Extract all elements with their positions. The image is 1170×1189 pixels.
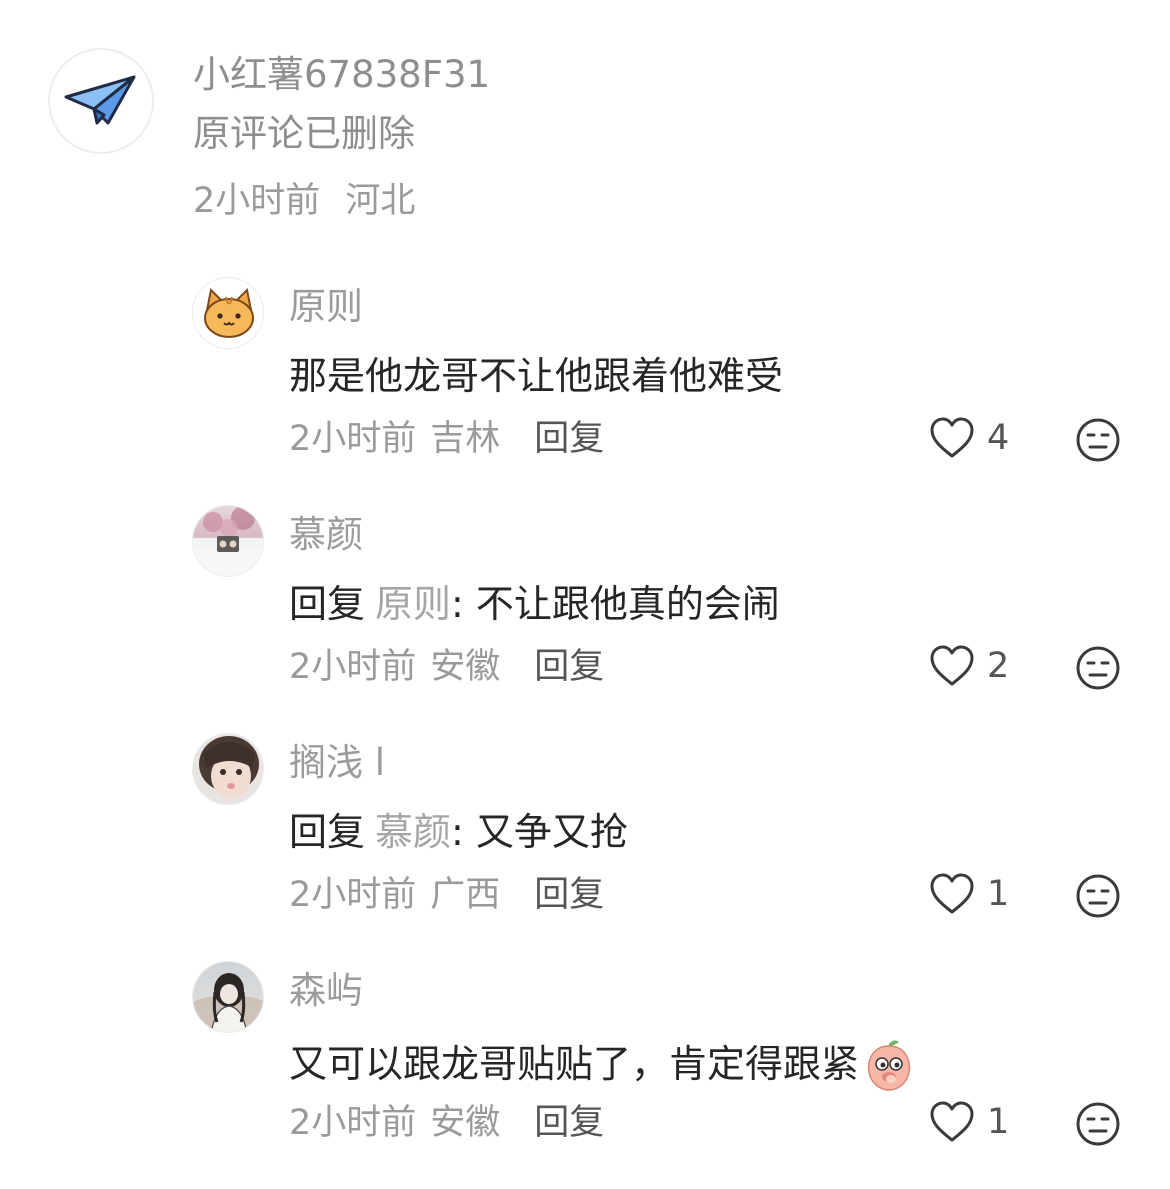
reply-time: 2小时前: [289, 647, 417, 687]
heart-icon: [930, 417, 974, 458]
girl-avatar-image: [199, 736, 259, 798]
reply-item: 搁浅 l 回复 慕颜 : 又争又抢 2小时前 广西 回复 1: [0, 733, 1170, 961]
reply-button[interactable]: 回复: [534, 644, 604, 690]
reply-username[interactable]: 森屿: [289, 968, 363, 1014]
like-count: 4: [987, 418, 1010, 458]
avatar[interactable]: [192, 961, 264, 1033]
reply-target-username[interactable]: 慕颜: [375, 808, 451, 856]
reply-meta: 2小时前 安徽 回复: [289, 644, 604, 690]
dislike-face-icon[interactable]: [1075, 1101, 1121, 1147]
reply-location: 广西: [430, 875, 501, 915]
cat-avatar-icon: [204, 287, 254, 338]
photo-avatar-image: [193, 506, 263, 576]
paper-plane-icon: [64, 75, 136, 125]
reply-meta: 2小时前 广西 回复: [289, 872, 604, 918]
reply-button[interactable]: 回复: [534, 872, 604, 918]
girl-sketch-avatar-image: [193, 973, 263, 1032]
like-count: 1: [987, 874, 1010, 914]
reply-username[interactable]: 慕颜: [289, 512, 363, 558]
root-avatar[interactable]: [48, 48, 154, 154]
heart-icon: [930, 873, 974, 914]
reply-text: 那是他龙哥不让他跟着他难受: [289, 352, 783, 400]
reply-content: 不让跟他真的会闹: [475, 582, 780, 626]
like-count: 1: [987, 1102, 1010, 1142]
reply-location: 安徽: [430, 647, 501, 687]
avatar[interactable]: [192, 277, 264, 349]
like-button[interactable]: 1: [929, 871, 1009, 917]
root-time: 2小时前: [193, 181, 321, 221]
reply-username[interactable]: 搁浅 l: [289, 740, 385, 786]
reply-text: 回复 原则 : 不让跟他真的会闹: [289, 580, 780, 628]
reply-time: 2小时前: [289, 1103, 417, 1143]
reply-username[interactable]: 原则: [289, 284, 363, 330]
reply-separator: :: [451, 582, 464, 626]
reply-prefix: 回复: [289, 582, 366, 626]
like-button[interactable]: 1: [929, 1099, 1009, 1145]
reply-item: 原则 那是他龙哥不让他跟着他难受 2小时前 吉林 回复 4: [0, 277, 1170, 505]
reply-location: 安徽: [430, 1103, 501, 1143]
reply-content: 又争又抢: [475, 810, 628, 854]
dislike-face-icon[interactable]: [1075, 645, 1121, 691]
root-location: 河北: [345, 181, 416, 221]
like-button[interactable]: 2: [929, 643, 1009, 689]
avatar[interactable]: [192, 733, 264, 805]
heart-icon: [930, 1101, 974, 1142]
like-button[interactable]: 4: [929, 415, 1009, 461]
dislike-face-icon[interactable]: [1075, 417, 1121, 463]
reply-text: 又可以跟龙哥贴贴了，肯定得跟紧: [289, 1036, 917, 1092]
dislike-face-icon[interactable]: [1075, 873, 1121, 919]
reply-time: 2小时前: [289, 419, 417, 459]
reply-target-username[interactable]: 原则: [375, 580, 451, 628]
reply-button[interactable]: 回复: [534, 416, 604, 462]
reply-button[interactable]: 回复: [534, 1100, 604, 1146]
reply-separator: :: [451, 810, 464, 854]
root-comment-text: 原评论已删除: [193, 112, 415, 155]
reply-prefix: 回复: [289, 810, 366, 854]
reply-content: 又可以跟龙哥贴贴了，肯定得跟紧: [289, 1042, 860, 1086]
root-meta: 2小时前 河北: [193, 178, 415, 224]
reply-location: 吉林: [430, 419, 501, 459]
reply-meta: 2小时前 安徽 回复: [289, 1100, 604, 1146]
reply-item: 森屿 又可以跟龙哥贴贴了，肯定得跟紧 2小时前 安徽 回复 1: [0, 961, 1170, 1189]
reply-text: 回复 慕颜 : 又争又抢: [289, 808, 628, 856]
reply-item: 慕颜 回复 原则 : 不让跟他真的会闹 2小时前 安徽 回复 2: [0, 505, 1170, 733]
avatar[interactable]: [192, 505, 264, 577]
root-username[interactable]: 小红薯67838F31: [193, 52, 490, 98]
heart-icon: [930, 645, 974, 686]
peach-emoji-icon: [867, 1040, 911, 1091]
reply-time: 2小时前: [289, 875, 417, 915]
reply-content: 那是他龙哥不让他跟着他难受: [289, 354, 784, 398]
reply-meta: 2小时前 吉林 回复: [289, 416, 604, 462]
like-count: 2: [987, 646, 1010, 686]
